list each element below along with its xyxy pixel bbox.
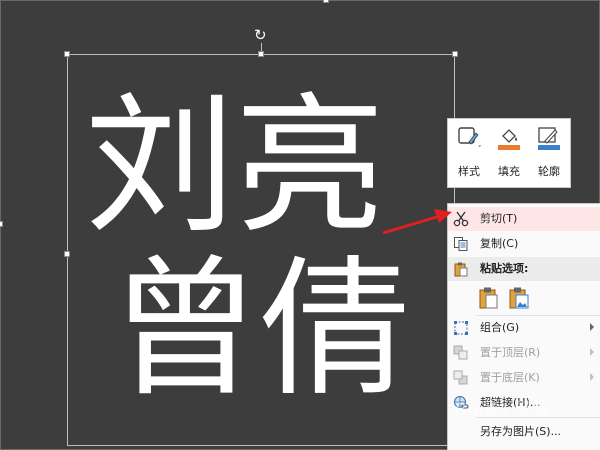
- menu-header-paste-options: 粘贴选项:: [448, 257, 600, 281]
- text-line-1[interactable]: 刘亮: [85, 92, 385, 242]
- paste-options-label: 粘贴选项:: [480, 262, 529, 275]
- text-line-2[interactable]: 曾倩: [110, 255, 410, 405]
- paste-keep-source-icon[interactable]: [478, 286, 500, 310]
- submenu-arrow-icon: [590, 373, 594, 381]
- slide-canvas[interactable]: ↻ 刘亮 曾倩 样式 填充 轮廓 剪切(T) 复制(C) 粘贴选项: 组合(G)…: [0, 0, 600, 450]
- menu-item-group[interactable]: 组合(G): [448, 316, 600, 340]
- fill-label: 填充: [498, 165, 520, 178]
- slide-edge-handle-left[interactable]: [0, 221, 3, 227]
- menu-item-cut[interactable]: 剪切(T): [448, 207, 600, 231]
- save-picture-icon: [453, 424, 469, 440]
- clipboard-icon: [453, 261, 469, 277]
- mini-toolbar: 样式 填充 轮廓: [447, 118, 571, 188]
- cut-label: 剪切(T): [480, 212, 518, 225]
- watermark: Baidu 经验: [455, 400, 551, 420]
- send-to-back-label: 置于底层(K): [480, 371, 540, 384]
- shape-style-icon: [457, 125, 481, 151]
- copy-label: 复制(C): [480, 237, 519, 250]
- menu-item-send-to-back[interactable]: 置于底层(K): [448, 366, 600, 390]
- outline-label: 轮廓: [538, 165, 560, 178]
- save-as-picture-label: 另存为图片(S)...: [480, 425, 562, 438]
- send-to-back-icon: [453, 370, 469, 386]
- rotate-handle-icon[interactable]: ↻: [254, 28, 267, 43]
- copy-icon: [453, 236, 469, 252]
- menu-item-copy[interactable]: 复制(C): [448, 232, 600, 256]
- slide-edge-handle-top[interactable]: [323, 0, 329, 3]
- pen-outline-icon: [537, 125, 561, 151]
- scissors-icon: [453, 211, 469, 227]
- resize-handle-top-right[interactable]: [452, 51, 458, 57]
- menu-item-save-as-picture[interactable]: 另存为图片(S)...: [448, 420, 600, 444]
- submenu-arrow-icon: [590, 348, 594, 356]
- resize-handle-top-left[interactable]: [64, 51, 70, 57]
- submenu-arrow-icon: [590, 323, 594, 331]
- bring-to-front-icon: [453, 345, 469, 361]
- paste-as-picture-icon[interactable]: [508, 286, 530, 310]
- paste-options-row: [448, 282, 600, 312]
- group-label: 组合(G): [480, 321, 520, 334]
- resize-handle-left[interactable]: [64, 251, 70, 257]
- group-icon: [453, 320, 469, 336]
- paint-bucket-icon: [497, 125, 521, 151]
- outline-button[interactable]: 轮廓: [531, 125, 567, 183]
- fill-button[interactable]: 填充: [491, 125, 527, 183]
- menu-item-bring-to-front[interactable]: 置于顶层(R): [448, 341, 600, 365]
- resize-handle-top[interactable]: [258, 51, 264, 57]
- style-button[interactable]: 样式: [451, 125, 487, 183]
- bring-to-front-label: 置于顶层(R): [480, 346, 541, 359]
- style-label: 样式: [458, 165, 480, 178]
